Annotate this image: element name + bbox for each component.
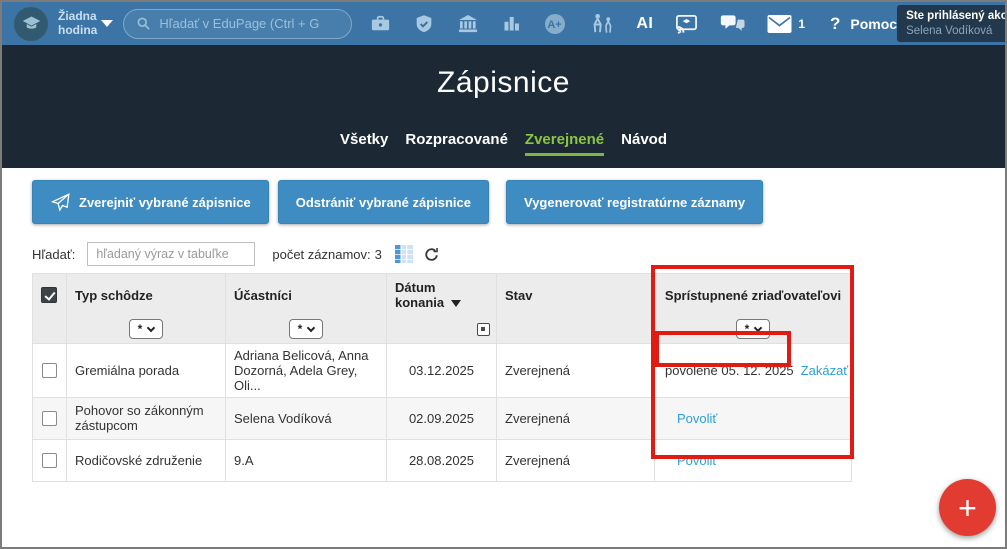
search-input[interactable] (159, 16, 339, 31)
app-window: Žiadna hodina A+ (0, 0, 1007, 549)
search-label: Hľadať: (32, 247, 75, 262)
record-count-value: 3 (375, 247, 382, 262)
bar-chart-icon[interactable] (501, 13, 522, 34)
col-header-status[interactable]: Stav (497, 274, 655, 317)
action-button-row: Zverejniť vybrané zápisnice Odstrániť vy… (2, 168, 1005, 224)
tab-zverejnene[interactable]: Zverejnené (525, 131, 604, 156)
cell-date: 02.09.2025 (387, 397, 497, 439)
chat-icon[interactable] (720, 12, 746, 35)
briefcase-icon[interactable] (369, 12, 392, 35)
record-count: počet záznamov: 3 (272, 247, 382, 262)
page-header: Zápisnice Všetky Rozpracované Zverejnené… (2, 45, 1005, 168)
grant-access-link[interactable]: Povoliť (677, 453, 717, 468)
record-count-label: počet záznamov: (272, 247, 370, 262)
delete-selected-button[interactable]: Odstrániť vybrané zápisnice (278, 180, 489, 224)
cell-type: Gremiálna porada (67, 343, 226, 397)
grades-a-plus-icon[interactable]: A+ (543, 12, 567, 36)
mail-icon (767, 15, 792, 33)
cell-status: Zverejnená (497, 439, 655, 481)
help-icon: ? (830, 14, 840, 34)
select-all-checkbox[interactable] (41, 287, 57, 303)
logged-in-as-label: Ste prihlásený ako (906, 9, 1004, 23)
chevron-down-icon (307, 324, 315, 332)
table-row: Gremiálna porada Adriana Belicová, Anna … (33, 343, 852, 397)
minutes-table: Typ schôdze Účastníci Dátum konania Stav… (32, 273, 852, 482)
mail-count-badge: 1 (798, 17, 805, 31)
svg-text:A+: A+ (548, 19, 562, 31)
mail-group[interactable]: 1 (767, 15, 805, 33)
col-header-access[interactable]: Sprístupnené zriaďovateľovi (655, 274, 852, 317)
cell-participants: 9.A (226, 439, 387, 481)
type-filter-select[interactable]: * (129, 319, 164, 339)
edupage-logo[interactable] (14, 7, 48, 41)
table-filter-controls-row: * * * (33, 316, 852, 343)
participants-filter-select[interactable]: * (289, 319, 324, 339)
generate-registry-label: Vygenerovať registratúrne záznamy (524, 195, 745, 210)
help-group[interactable]: ? Pomoc (830, 14, 897, 34)
ai-icon[interactable]: AI (636, 15, 653, 33)
col-header-participants[interactable]: Účastníci (226, 274, 387, 317)
date-filter-icon[interactable] (477, 323, 490, 336)
row-checkbox[interactable] (42, 411, 57, 426)
row-checkbox[interactable] (42, 363, 57, 378)
cell-type: Rodičovské združenie (67, 439, 226, 481)
grant-access-link[interactable]: Povoliť (677, 411, 717, 426)
table-filter-row: Hľadať: počet záznamov: 3 (32, 242, 1005, 266)
screencast-icon[interactable] (674, 12, 699, 35)
current-lesson-label[interactable]: Žiadna hodina (58, 10, 97, 38)
students-walking-icon[interactable] (588, 12, 615, 36)
main-content: Zverejniť vybrané zápisnice Odstrániť vy… (2, 168, 1005, 482)
search-icon (136, 16, 151, 31)
topbar: Žiadna hodina A+ (2, 2, 1005, 45)
logged-in-user-box[interactable]: Ste prihlásený ako Selena Vodíková (897, 5, 1007, 42)
help-label: Pomoc (850, 16, 897, 32)
tab-rozpracovane[interactable]: Rozpracované (405, 131, 508, 156)
col-header-date[interactable]: Dátum konania (387, 274, 497, 317)
cell-status: Zverejnená (497, 397, 655, 439)
table-row: Rodičovské združenie 9.A 28.08.2025 Zver… (33, 439, 852, 481)
sort-desc-icon (451, 300, 461, 307)
publish-selected-button[interactable]: Zverejniť vybrané zápisnice (32, 180, 269, 224)
cell-participants: Selena Vodíková (226, 397, 387, 439)
chevron-down-icon (754, 324, 762, 332)
generate-registry-button[interactable]: Vygenerovať registratúrne záznamy (506, 180, 763, 224)
col-header-type[interactable]: Typ schôdze (67, 274, 226, 317)
revoke-access-link[interactable]: Zakázať (801, 363, 849, 378)
refresh-icon[interactable] (423, 246, 440, 263)
bank-icon[interactable] (456, 12, 480, 36)
cell-type: Pohovor so zákonným zástupcom (67, 397, 226, 439)
paper-plane-icon (50, 192, 71, 213)
chevron-down-icon[interactable] (101, 20, 113, 27)
global-search[interactable] (123, 9, 352, 39)
table-header-row: Typ schôdze Účastníci Dátum konania Stav… (33, 274, 852, 317)
column-settings-icon[interactable] (395, 245, 413, 263)
tab-bar: Všetky Rozpracované Zverejnené Návod (2, 131, 1005, 156)
cell-date: 28.08.2025 (387, 439, 497, 481)
cell-status: Zverejnená (497, 343, 655, 397)
cell-participants: Adriana Belicová, Anna Dozorná, Adela Gr… (226, 343, 387, 397)
graduation-cap-icon (21, 13, 42, 34)
delete-selected-label: Odstrániť vybrané zápisnice (296, 195, 471, 210)
tab-vsetky[interactable]: Všetky (340, 131, 388, 156)
row-checkbox[interactable] (42, 453, 57, 468)
logged-in-user-name: Selena Vodíková (906, 24, 1004, 38)
page-title: Zápisnice (2, 45, 1005, 100)
chevron-down-icon (147, 324, 155, 332)
publish-selected-label: Zverejniť vybrané zápisnice (79, 195, 251, 210)
shield-check-icon[interactable] (413, 13, 435, 35)
access-granted-text: povolené 05. 12. 2025 (665, 363, 794, 378)
access-filter-select[interactable]: * (736, 319, 771, 339)
cell-date: 03.12.2025 (387, 343, 497, 397)
table-search-input[interactable] (87, 242, 255, 266)
table-row: Pohovor so zákonným zástupcom Selena Vod… (33, 397, 852, 439)
tab-navod[interactable]: Návod (621, 131, 667, 156)
add-button[interactable]: + (939, 479, 996, 536)
